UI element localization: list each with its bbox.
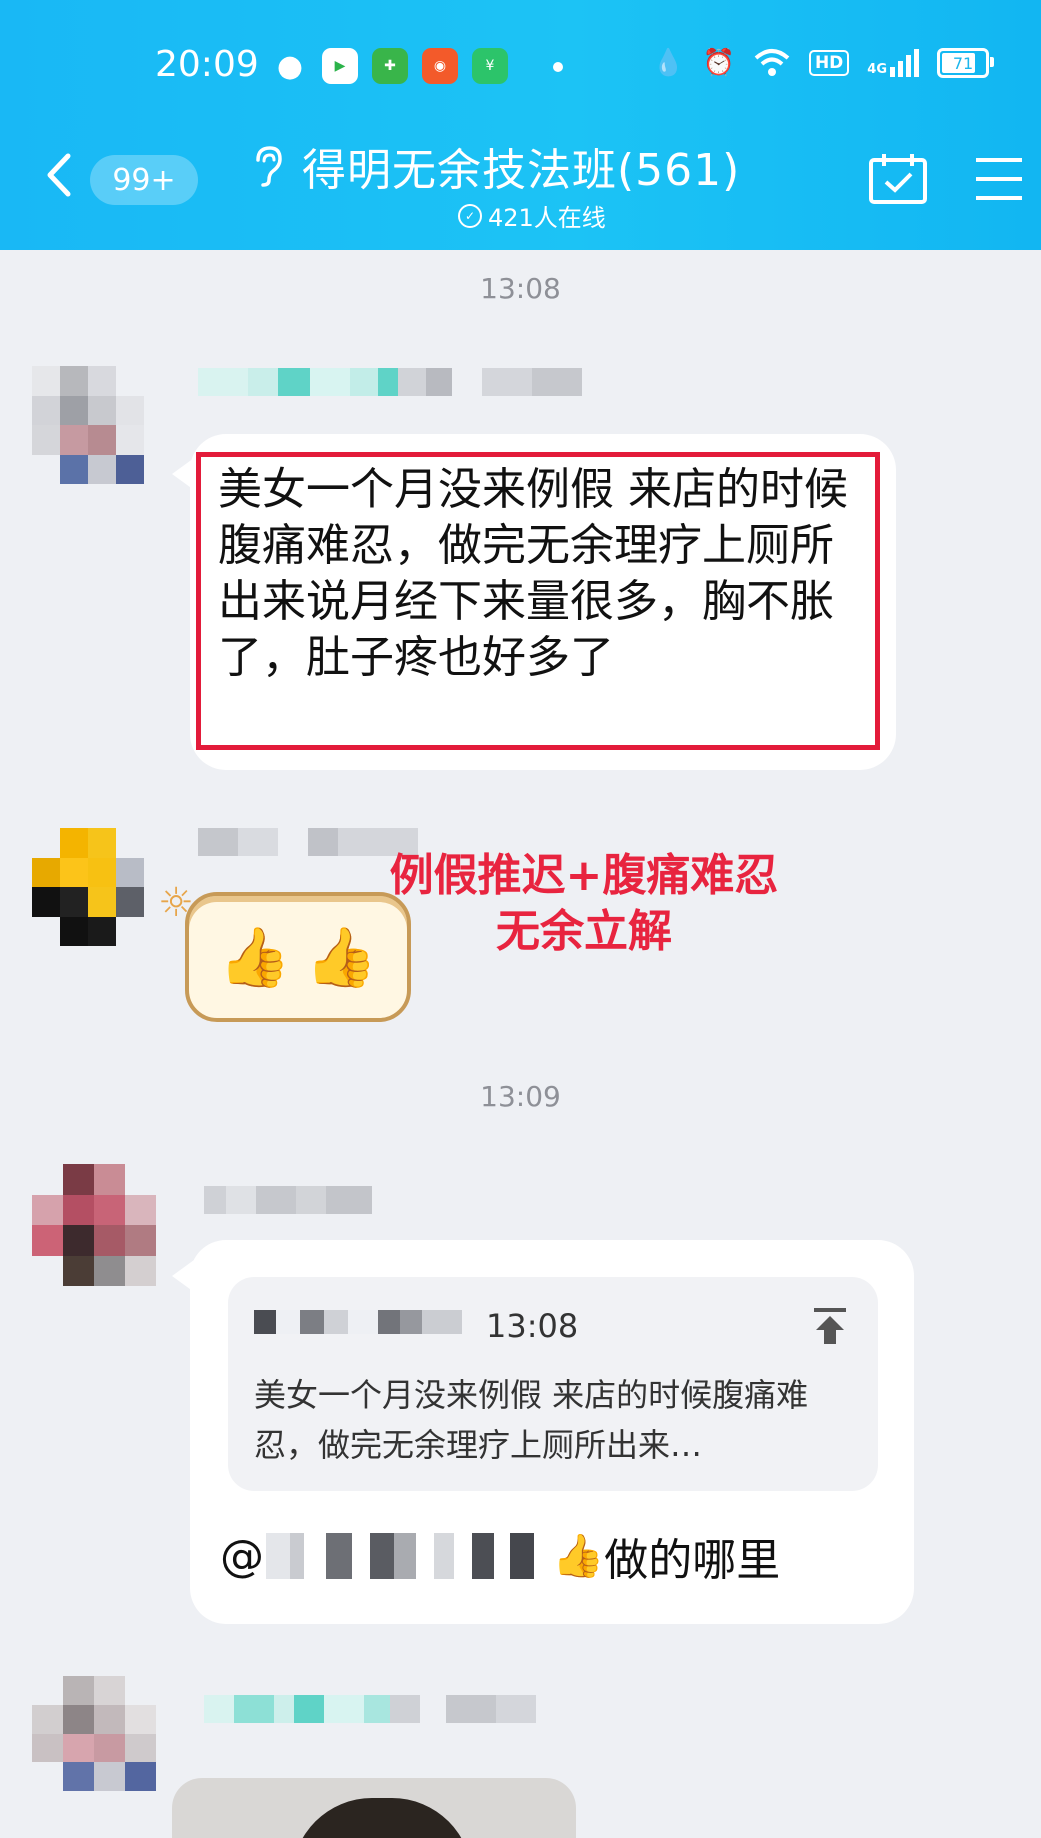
menu-icon[interactable] [974,156,1024,202]
thumbs-up-icon: 👍 [218,922,291,991]
signal-icon: 4G [867,49,919,77]
unread-badge[interactable]: 99+ [90,155,198,205]
shopping-app-icon: ◉ [422,48,458,84]
jump-to-message-icon[interactable] [810,1306,850,1346]
promo-caption-line2: 无余立解 [496,906,672,957]
ear-icon [256,146,282,187]
online-check-icon: ✓ [458,203,482,228]
online-count: 421人在线 [488,204,606,232]
wechat-icon: ● [276,48,304,84]
quoted-text: 美女一个月没来例假 来店的时候腹痛难忍，做完无余理疗上厕所出来… [254,1376,809,1464]
data-saver-icon: 💧 [652,48,685,78]
timestamp: 13:09 [480,1080,561,1113]
mention-at: @ [220,1530,264,1582]
quoted-time: 13:08 [486,1307,579,1345]
online-status: ✓ 421人在线 [458,198,606,233]
hd-icon: HD [808,50,850,76]
avatar[interactable] [32,828,144,946]
battery-level: 71 [952,53,974,73]
thumbs-up-icon: 👍 [552,1531,605,1580]
reply-text: 做的哪里 [604,1535,781,1586]
mention-name[interactable] [266,1533,534,1579]
chat-header: 20:09 ● ▶ ✚ ◉ ¥ 💧 ⏰ HD 4G 71 99+ 得明无余技法班… [0,0,1041,250]
more-notifications-dot [553,62,563,72]
sender-name [198,368,582,396]
network-type-label: 4G [867,62,887,77]
back-icon[interactable] [40,150,76,200]
sender-name [204,1186,372,1214]
system-icons: 💧 ⏰ HD 4G 71 [652,48,994,78]
chat-title: 得明无余技法班(561) [302,145,741,196]
chat-title-row[interactable]: 得明无余技法班(561) [250,134,740,198]
finance-app-icon: ¥ [472,48,508,84]
avatar[interactable] [32,1676,156,1791]
battery-icon: 71 [937,48,994,78]
shield-app-icon: ✚ [372,48,408,84]
notification-icons: ● ▶ ✚ ◉ ¥ [272,48,508,84]
quoted-sender-name [254,1310,462,1334]
reply-text-line: @ 👍 做的哪里 [220,1528,780,1587]
status-time: 20:09 [155,44,259,85]
calendar-check-icon[interactable] [868,152,928,204]
message-bubble[interactable]: 美女一个月没来例假 来店的时候腹痛难忍，做完无余理疗上厕所出来说月经下来量很多，… [190,434,896,770]
message-text: 美女一个月没来例假 来店的时候腹痛难忍，做完无余理疗上厕所出来说月经下来量很多，… [218,464,848,683]
avatar[interactable] [32,1164,156,1286]
image-message[interactable] [172,1778,576,1838]
promo-caption: 例假推迟+腹痛难忍 无余立解 [334,848,834,960]
sender-name [204,1695,536,1723]
alarm-icon: ⏰ [702,48,735,78]
status-bar: 20:09 ● ▶ ✚ ◉ ¥ 💧 ⏰ HD 4G 71 [0,0,1041,130]
timestamp: 13:08 [480,272,561,305]
video-app-icon: ▶ [322,48,358,84]
wifi-icon [754,49,790,76]
avatar[interactable] [32,366,144,484]
promo-caption-line1: 例假推迟+腹痛难忍 [389,850,779,901]
